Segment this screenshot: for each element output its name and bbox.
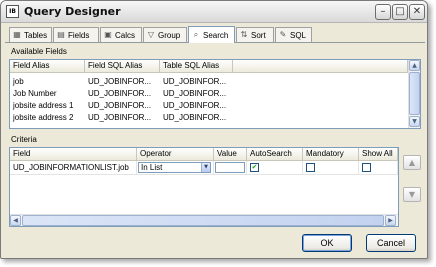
title-bar[interactable]: IB Query Designer – □ ✕	[1, 1, 427, 23]
table-sql-alias-cell: UD_JOBINFOR...	[163, 89, 227, 98]
table-sql-alias-cell: UD_JOBINFOR...	[163, 113, 227, 122]
tab-sql[interactable]: ✎ SQL	[275, 27, 312, 42]
operator-dropdown[interactable]: In List ▼	[138, 162, 211, 173]
chevron-down-icon[interactable]: ▼	[201, 163, 210, 172]
tab-fields[interactable]: ▤ Fields	[53, 27, 99, 42]
column-header[interactable]: Field Alias	[10, 60, 85, 73]
funnel-icon: ▽	[147, 30, 155, 39]
cancel-button[interactable]: Cancel	[366, 234, 416, 252]
field-sql-alias-cell: UD_JOBINFOR...	[88, 77, 152, 86]
column-header[interactable]: AutoSearch	[247, 148, 303, 161]
field-alias-cell: Job Number	[13, 89, 57, 98]
list-item[interactable]: job UD_JOBINFOR... UD_JOBINFOR...	[10, 76, 233, 87]
mandatory-cell	[303, 161, 359, 175]
field-alias-cell: job	[13, 77, 24, 86]
tab-label: Calcs	[115, 30, 136, 40]
column-header[interactable]: Show All	[359, 148, 398, 161]
tab-label: Sort	[251, 30, 266, 40]
list-header: Field Alias Field SQL Alias Table SQL Al…	[10, 60, 408, 73]
tab-tables[interactable]: ▦ Tables	[9, 27, 52, 42]
scroll-right-icon[interactable]: ▶	[385, 215, 396, 226]
move-down-icon[interactable]: ▼	[403, 187, 421, 202]
calculator-icon: ▣	[104, 30, 112, 39]
field-sql-alias-cell: UD_JOBINFOR...	[88, 89, 152, 98]
magnifier-icon: ⌕	[193, 30, 199, 39]
tab-group[interactable]: ▽ Group	[143, 27, 187, 42]
table-icon: ▦	[13, 30, 21, 39]
scroll-thumb[interactable]	[22, 215, 384, 226]
tab-bar: ▦ Tables ▤ Fields ▣ Calcs ▽ Group ⌕ Sear…	[5, 26, 425, 43]
sql-icon: ✎	[279, 30, 287, 39]
maximize-button[interactable]: □	[392, 4, 408, 20]
move-up-icon[interactable]: ▲	[403, 155, 421, 170]
tab-label: Search	[203, 30, 229, 40]
scroll-thumb[interactable]	[409, 72, 420, 115]
criteria-grid[interactable]: Field Operator Value AutoSearch Mandator…	[9, 147, 399, 227]
list-item[interactable]: jobsite address 2 UD_JOBINFOR... UD_JOBI…	[10, 112, 233, 123]
column-header-filler	[233, 60, 408, 73]
field-alias-cell: jobsite address 1	[13, 101, 74, 110]
query-designer-window: IB Query Designer – □ ✕ ▦ Tables ▤ Field…	[0, 0, 428, 259]
list-item[interactable]: jobsite address 1 UD_JOBINFOR... UD_JOBI…	[10, 100, 233, 111]
document-icon: ▤	[57, 30, 65, 39]
operator-value: In List	[141, 163, 163, 172]
list-item[interactable]: Job Number UD_JOBINFOR... UD_JOBINFOR...	[10, 88, 233, 99]
tab-calcs[interactable]: ▣ Calcs	[100, 27, 142, 42]
show-all-cell	[359, 161, 398, 175]
available-fields-list[interactable]: Field Alias Field SQL Alias Table SQL Al…	[9, 59, 421, 129]
column-header[interactable]: Mandatory	[303, 148, 359, 161]
autosearch-cell: ✔	[247, 161, 303, 175]
scroll-down-icon[interactable]: ▼	[409, 116, 420, 127]
mandatory-checkbox[interactable]	[306, 163, 315, 172]
horizontal-scrollbar[interactable]: ◀ ▶	[10, 214, 398, 226]
field-cell[interactable]: UD_JOBINFORMATIONLIST.job	[10, 161, 137, 175]
tab-label: Group	[158, 30, 181, 40]
tab-label: SQL	[290, 30, 307, 40]
sort-az-icon: ⇅	[240, 30, 248, 39]
tab-label: Fields	[68, 30, 90, 40]
field-sql-alias-cell: UD_JOBINFOR...	[88, 101, 152, 110]
show-all-checkbox[interactable]	[362, 163, 371, 172]
scroll-up-icon[interactable]: ▲	[409, 60, 420, 71]
column-header[interactable]: Table SQL Alias	[160, 60, 233, 73]
table-sql-alias-cell: UD_JOBINFOR...	[163, 77, 227, 86]
vertical-scrollbar[interactable]: ▲ ▼	[408, 60, 420, 128]
app-icon: IB	[6, 5, 19, 18]
table-row[interactable]: UD_JOBINFORMATIONLIST.job In List ▼ ✔	[10, 161, 398, 175]
scroll-left-icon[interactable]: ◀	[10, 215, 21, 226]
available-fields-label: Available Fields	[11, 47, 67, 56]
tab-label: Tables	[24, 30, 48, 40]
minimize-button[interactable]: –	[375, 4, 391, 20]
field-alias-cell: jobsite address 2	[13, 113, 74, 122]
column-header[interactable]: Value	[214, 148, 247, 161]
criteria-label: Criteria	[11, 135, 37, 144]
tab-search[interactable]: ⌕ Search	[188, 26, 235, 43]
ok-button[interactable]: OK	[302, 234, 352, 252]
tab-sort[interactable]: ⇅ Sort	[236, 27, 274, 42]
table-sql-alias-cell: UD_JOBINFOR...	[163, 101, 227, 110]
field-sql-alias-cell: UD_JOBINFOR...	[88, 113, 152, 122]
column-header[interactable]: Operator	[137, 148, 214, 161]
autosearch-checkbox[interactable]: ✔	[250, 163, 259, 172]
operator-cell: In List ▼	[137, 161, 214, 175]
value-input[interactable]	[215, 162, 245, 173]
column-header[interactable]: Field SQL Alias	[85, 60, 160, 73]
column-header[interactable]: Field	[10, 148, 137, 161]
grid-header: Field Operator Value AutoSearch Mandator…	[10, 148, 398, 161]
close-button[interactable]: ✕	[409, 4, 425, 20]
value-cell	[214, 161, 247, 175]
window-title: Query Designer	[24, 5, 121, 18]
